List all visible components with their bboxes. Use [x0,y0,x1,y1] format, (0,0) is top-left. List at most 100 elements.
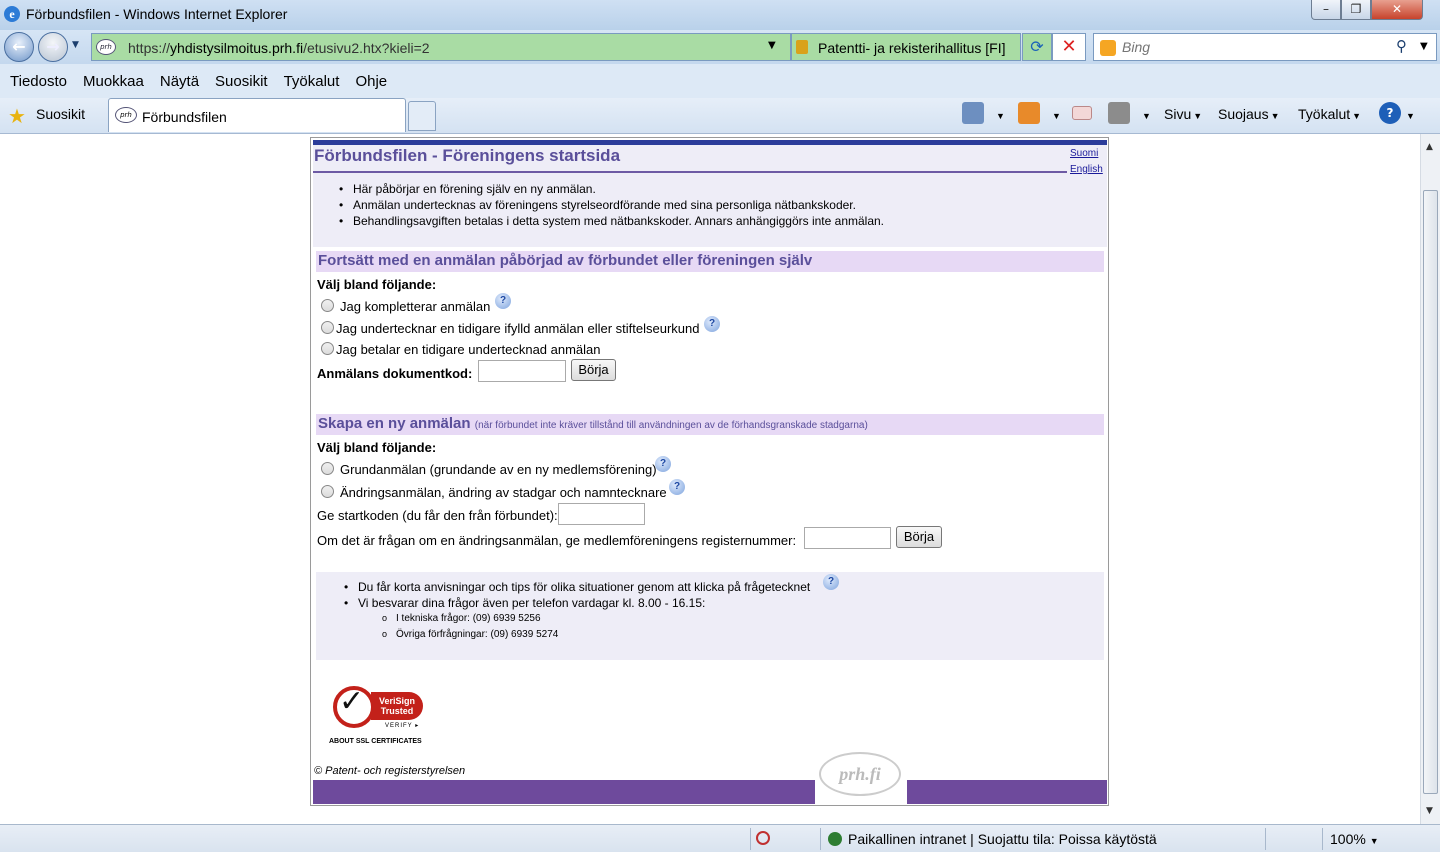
status-separator [750,828,751,850]
tools-menu[interactable]: Työkalut ▼ [1298,106,1361,122]
section-new-subtitle: (när förbundet inte kräver tillstånd til… [474,420,868,431]
choose-label: Välj bland följande: [317,277,437,292]
intro-item: Behandlingsavgiften betalas i detta syst… [339,214,884,228]
security-menu[interactable]: Suojaus ▼ [1218,106,1280,122]
copyright: © Patent- och registerstyrelsen [314,765,466,777]
address-bar[interactable]: prh https://yhdistysilmoitus.prh.fi/etus… [91,33,791,61]
section-continue-title: Fortsätt med en anmälan påbörjad av förb… [318,252,813,269]
regnum-label: Om det är frågan om en ändringsanmälan, … [317,533,797,548]
choose-label: Välj bland följande: [317,440,437,455]
menu-favorites[interactable]: Suosikit [215,73,268,90]
security-report[interactable]: Patentti- ja rekisterihallitus [FI] [791,33,1021,61]
status-bar: Paikallinen intranet | Suojattu tila: Po… [0,824,1440,852]
certificate-label: Patentti- ja rekisterihallitus [FI] [818,40,1006,56]
document-code-label: Anmälans dokumentkod: [317,366,473,381]
lang-link-suomi[interactable]: Suomi [1070,148,1098,159]
favorites-button[interactable]: Suosikit [36,106,85,122]
new-tab-button[interactable] [408,101,436,131]
search-input[interactable] [1122,38,1392,56]
forward-button[interactable]: → [38,32,68,62]
refresh-button[interactable]: ⟳ [1022,33,1052,61]
intranet-zone-icon [828,832,842,846]
lang-link-english[interactable]: English [1070,164,1103,175]
status-separator [820,828,821,850]
title-bar: e Förbundsfilen - Windows Internet Explo… [0,0,1440,30]
section-new-title: Skapa en ny anmälan (när förbundet inte … [318,415,868,432]
print-dropdown-icon[interactable]: ▼ [1140,106,1151,122]
help-icon[interactable]: ? [1379,102,1401,124]
search-icon[interactable]: ⚲ [1396,37,1407,55]
home-icon[interactable] [962,102,984,124]
rss-icon[interactable] [1018,102,1040,124]
vertical-scrollbar[interactable]: ▲ ▼ [1420,134,1440,824]
help-icon[interactable]: ? [704,316,720,332]
menu-help[interactable]: Ohje [355,73,387,90]
help-icon[interactable]: ? [823,574,839,590]
page-title: Förbundsfilen - Föreningens startsida [314,146,621,165]
menu-view[interactable]: Näytä [160,73,199,90]
page-menu[interactable]: Sivu ▼ [1164,106,1202,122]
bing-icon [1100,40,1116,56]
start-button-1[interactable]: Börja [571,359,616,381]
address-row: ← → ▼ prh https://yhdistysilmoitus.prh.f… [0,30,1440,64]
maximize-button[interactable]: ❐ [1341,0,1371,20]
zoom-level[interactable]: 100% ▼ [1330,831,1379,847]
history-dropdown-icon[interactable]: ▼ [72,40,79,50]
close-window-button[interactable]: ✕ [1371,0,1423,20]
scroll-thumb[interactable] [1423,190,1438,794]
help-icon[interactable]: ? [495,293,511,309]
start-button-2[interactable]: Börja [896,526,942,548]
search-box[interactable]: ⚲ ▼ [1093,33,1437,61]
privacy-icon[interactable] [756,831,770,845]
radio-founding[interactable] [321,462,334,475]
back-button[interactable]: ← [4,32,34,62]
startcode-input[interactable] [558,503,645,525]
security-zone[interactable]: Paikallinen intranet | Suojattu tila: Po… [828,831,1157,847]
site-favicon: prh [96,39,116,55]
radio-amendment-label: Ändringsanmälan, ändring av stadgar och … [340,485,667,500]
address-dropdown-icon[interactable]: ▼ [768,40,776,51]
search-dropdown-icon[interactable]: ▼ [1420,41,1428,52]
home-dropdown-icon[interactable]: ▼ [994,106,1005,122]
radio-amendment[interactable] [321,485,334,498]
menu-tools[interactable]: Työkalut [284,73,340,90]
url-text[interactable]: https://yhdistysilmoitus.prh.fi/etusivu2… [128,40,430,56]
scroll-up-icon[interactable]: ▲ [1426,142,1433,152]
status-separator [1265,828,1266,850]
menu-file[interactable]: Tiedosto [10,73,67,90]
menu-bar: Tiedosto Muokkaa Näytä Suosikit Työkalut… [0,64,1440,98]
status-separator [1322,828,1323,850]
help-icon[interactable]: ? [655,456,671,472]
prh-logo: prh.fi [819,752,901,796]
seal-verify: VERIFY ▸ [385,723,420,729]
favorites-star-icon[interactable]: ★ [8,104,26,128]
help-icon[interactable]: ? [669,479,685,495]
prh-favicon: prh [115,107,137,123]
rss-dropdown-icon[interactable]: ▼ [1050,106,1061,122]
seal-badge: VeriSign Trusted [371,692,423,720]
mail-icon[interactable] [1072,106,1092,120]
print-icon[interactable] [1108,102,1130,124]
menu-edit[interactable]: Muokkaa [83,73,144,90]
radio-complete[interactable] [321,299,334,312]
radio-sign[interactable] [321,321,334,334]
tab-forbundsfilen[interactable]: prh Förbundsfilen [108,98,406,132]
checkmark-icon: ✓ [339,684,365,719]
info-other-phone: Övriga förfrågningar: (09) 6939 5274 [382,629,558,640]
help-dropdown-icon[interactable]: ▼ [1404,106,1415,122]
verisign-seal[interactable]: ✓ VeriSign Trusted VERIFY ▸ ABOUT SSL CER… [329,676,435,750]
regnum-input[interactable] [804,527,891,549]
intro-item: Här påbörjar en förening själv en ny anm… [339,182,596,196]
scroll-down-icon[interactable]: ▼ [1426,806,1433,816]
window-title: Förbundsfilen - Windows Internet Explore… [26,6,288,22]
radio-pay[interactable] [321,342,334,355]
minimize-button[interactable]: – [1311,0,1341,20]
web-page: Förbundsfilen - Föreningens startsida Su… [310,137,1109,806]
radio-founding-label: Grundanmälan (grundande av en ny medlems… [340,462,657,477]
title-underline [313,171,1067,173]
document-code-input[interactable] [478,360,566,382]
stop-button[interactable]: ✕ [1052,33,1086,61]
startcode-label: Ge startkoden (du får den från förbundet… [317,508,558,523]
info-box: Du får korta anvisningar och tips för ol… [316,572,1104,660]
seal-about-ssl[interactable]: ABOUT SSL CERTIFICATES [329,738,422,745]
